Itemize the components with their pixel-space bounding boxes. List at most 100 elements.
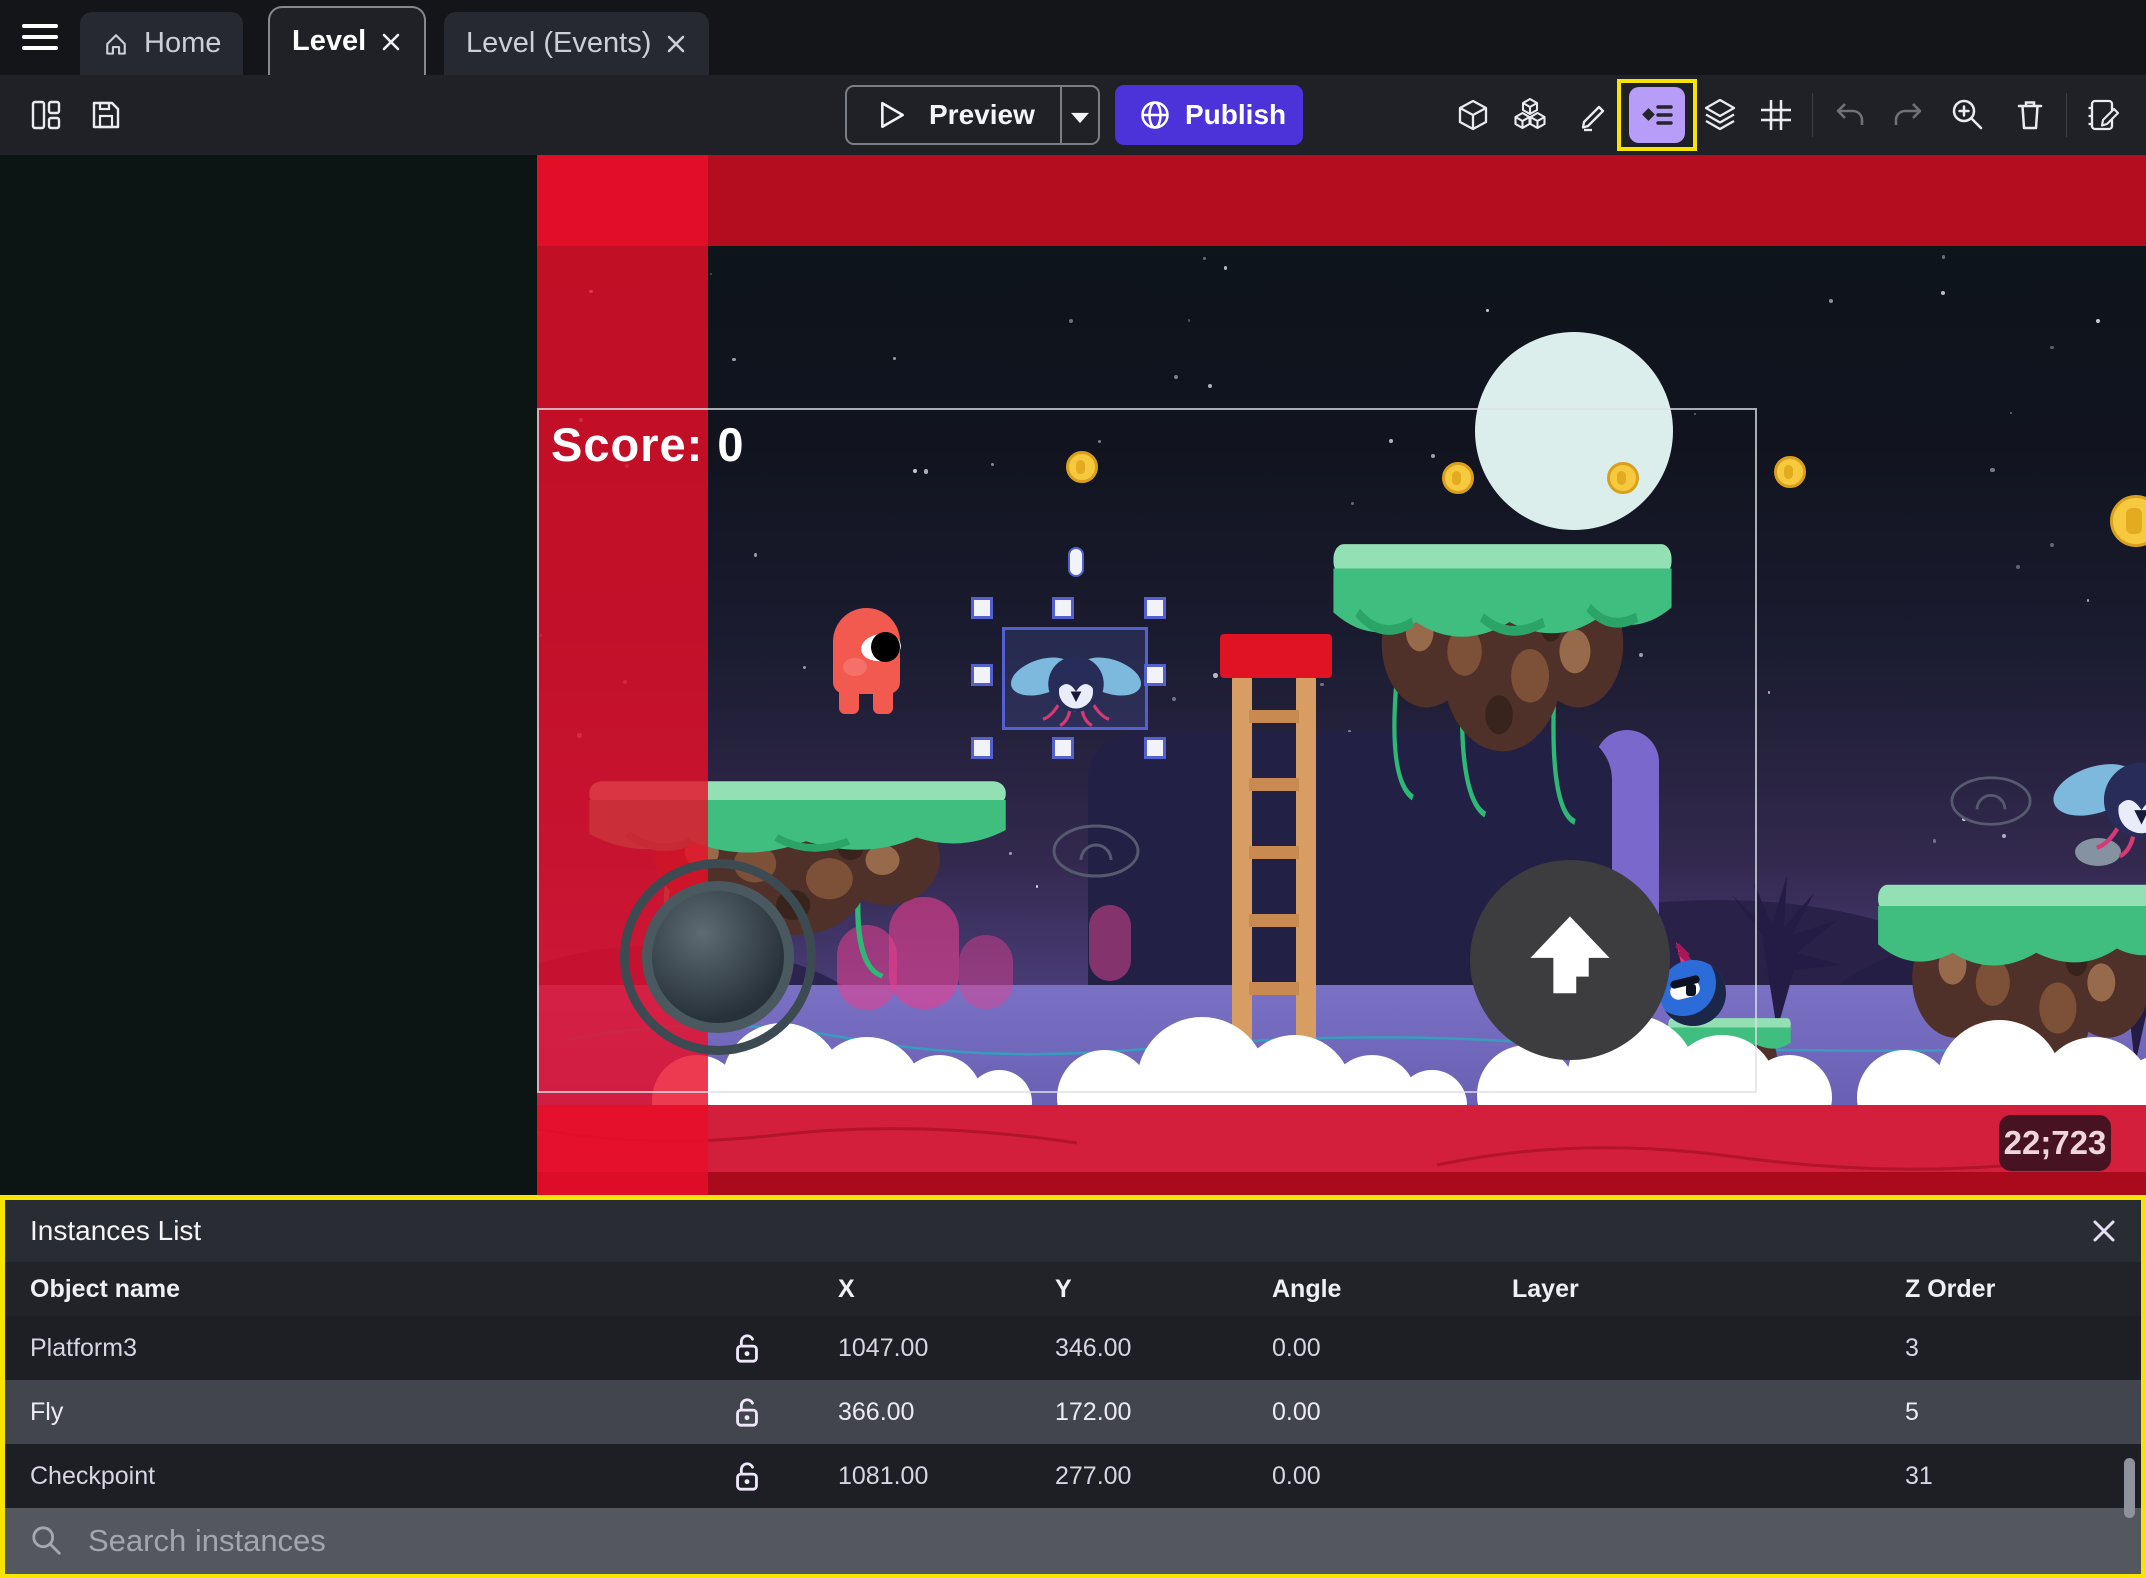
eye-outline <box>1950 776 2032 826</box>
selection-box[interactable] <box>1002 627 1148 730</box>
coin[interactable] <box>1442 462 1474 494</box>
close-icon[interactable] <box>665 33 687 55</box>
chevron-down-icon[interactable] <box>1071 112 1089 124</box>
objects-icon[interactable] <box>1512 97 1548 133</box>
undo-icon[interactable] <box>1832 97 1868 133</box>
instance-angle: 0.00 <box>1272 1461 1321 1490</box>
trash-icon[interactable] <box>2012 97 2048 133</box>
search-instances-input[interactable] <box>86 1522 986 1560</box>
scene-editor-canvas[interactable]: Score: 0 22;723 <box>0 155 2146 1195</box>
instances-list-panel: Instances List Object name X Y Angle Lay… <box>0 1195 2146 1578</box>
col-x[interactable]: X <box>820 1275 1037 1304</box>
instances-rows: Platform3 1047.00 346.00 0.00 3 Fly 366.… <box>5 1316 2141 1508</box>
toolbar: Preview Publish <box>0 75 2146 155</box>
layout-icon[interactable] <box>28 97 64 133</box>
eye-outline <box>1052 824 1140 878</box>
col-y[interactable]: Y <box>1037 1275 1254 1304</box>
search-row <box>5 1508 2141 1574</box>
save-icon[interactable] <box>88 97 124 133</box>
resize-handle-s[interactable] <box>1052 737 1074 759</box>
instance-z-order: 3 <box>1905 1333 1919 1362</box>
edit-scene-icon[interactable] <box>2086 97 2122 133</box>
instance-name: Fly <box>30 1397 64 1426</box>
close-icon[interactable] <box>2089 1216 2119 1246</box>
instance-row[interactable]: Platform3 1047.00 346.00 0.00 3 <box>5 1316 2141 1380</box>
cursor-coordinates-badge: 22;723 <box>1999 1115 2111 1171</box>
coin[interactable] <box>1066 451 1098 483</box>
coin[interactable] <box>1607 462 1639 494</box>
instance-x: 366.00 <box>838 1397 915 1426</box>
instance-y: 172.00 <box>1055 1397 1132 1426</box>
instance-name: Checkpoint <box>30 1461 156 1490</box>
resize-handle-e[interactable] <box>1144 664 1166 686</box>
rotate-handle[interactable] <box>1068 547 1084 577</box>
game-scene[interactable]: Score: 0 22;723 <box>537 155 2146 1195</box>
player-character[interactable] <box>833 608 903 714</box>
platform[interactable] <box>1330 510 1675 900</box>
instance-y: 277.00 <box>1055 1461 1132 1490</box>
instance-angle: 0.00 <box>1272 1397 1321 1426</box>
tab-level-events-label: Level (Events) <box>466 27 652 59</box>
zoom-in-icon[interactable] <box>1950 97 1986 133</box>
preview-label: Preview <box>929 99 1035 130</box>
instance-row[interactable]: Fly 366.00 172.00 0.00 5 <box>5 1380 2141 1444</box>
instance-angle: 0.00 <box>1272 1333 1321 1362</box>
col-angle[interactable]: Angle <box>1254 1275 1494 1304</box>
tab-level-label: Level <box>292 25 367 57</box>
instances-list-button[interactable] <box>1629 87 1685 143</box>
editor-empty-area <box>0 155 537 1195</box>
resize-handle-nw[interactable] <box>971 597 993 619</box>
lock-open-icon[interactable] <box>730 1331 820 1365</box>
tab-level-events[interactable]: Level (Events) <box>444 12 710 75</box>
col-layer[interactable]: Layer <box>1494 1275 1887 1304</box>
layers-icon[interactable] <box>1702 97 1738 133</box>
coin[interactable] <box>1774 456 1806 488</box>
panel-scrollbar[interactable] <box>2124 1458 2135 1518</box>
col-z-order[interactable]: Z Order <box>1887 1275 2141 1304</box>
red-zone-top[interactable] <box>537 155 2146 246</box>
instance-row[interactable]: Checkpoint 1081.00 277.00 0.00 31 <box>5 1444 2141 1508</box>
up-arrow-icon <box>1530 916 1610 994</box>
instance-z-order: 5 <box>1905 1397 1919 1426</box>
resize-handle-ne[interactable] <box>1144 597 1166 619</box>
divider <box>1812 93 1813 137</box>
fly-enemy[interactable] <box>2049 735 2146 865</box>
gdevelop-editor-window: Home Level Level (Events) Preview Publis… <box>0 0 2146 1578</box>
resize-handle-sw[interactable] <box>971 737 993 759</box>
grid-icon[interactable] <box>1758 97 1794 133</box>
globe-icon <box>1141 101 1169 129</box>
blue-enemy[interactable] <box>1660 942 1730 1026</box>
pink-bush <box>1089 905 1131 981</box>
resize-handle-w[interactable] <box>971 664 993 686</box>
publish-label: Publish <box>1185 99 1287 130</box>
publish-button[interactable]: Publish <box>1115 85 1303 145</box>
red-zone-waves <box>537 1127 2058 1171</box>
instance-name: Platform3 <box>30 1333 137 1362</box>
red-zone-bottom-dark <box>537 1172 2146 1195</box>
preview-button[interactable]: Preview <box>845 85 1100 145</box>
menu-icon[interactable] <box>22 24 60 52</box>
instance-y: 346.00 <box>1055 1333 1132 1362</box>
resize-handle-n[interactable] <box>1052 597 1074 619</box>
redo-icon[interactable] <box>1890 97 1926 133</box>
instance-x: 1081.00 <box>838 1461 929 1490</box>
tab-bar: Home Level Level (Events) <box>0 0 2146 75</box>
3d-box-icon[interactable] <box>1455 97 1491 133</box>
play-icon <box>881 101 904 129</box>
lock-open-icon[interactable] <box>730 1395 820 1429</box>
divider <box>1060 87 1062 143</box>
joystick[interactable] <box>642 881 794 1033</box>
resize-handle-se[interactable] <box>1144 737 1166 759</box>
close-icon[interactable] <box>380 31 402 53</box>
divider <box>2066 93 2067 137</box>
tab-level[interactable]: Level <box>268 6 427 75</box>
search-icon <box>32 1526 61 1555</box>
coin[interactable] <box>2110 495 2146 547</box>
col-object-name[interactable]: Object name <box>5 1275 730 1304</box>
jump-button[interactable] <box>1470 860 1670 1060</box>
selected-fly[interactable] <box>1005 636 1147 732</box>
tab-home[interactable]: Home <box>80 12 244 75</box>
lock-open-icon[interactable] <box>730 1459 820 1493</box>
pencil-icon[interactable] <box>1575 97 1611 133</box>
moon[interactable] <box>1475 332 1673 530</box>
